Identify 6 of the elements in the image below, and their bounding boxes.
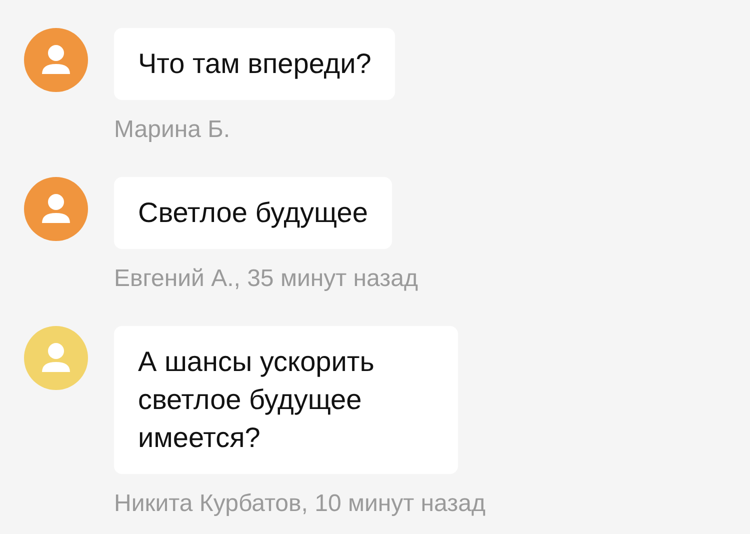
message-bubble: Что там впереди? [114, 28, 396, 100]
message-bubble: А шансы ускорить светлое будущее имеется? [114, 326, 458, 474]
message-bubble: Светлое будущее [114, 177, 392, 249]
author-caption: Марина Б. [114, 115, 232, 145]
author-caption: Никита Курбатов, 10 минут назад [114, 489, 486, 519]
author-caption: Евгений А., 35 минут назад [114, 264, 419, 294]
